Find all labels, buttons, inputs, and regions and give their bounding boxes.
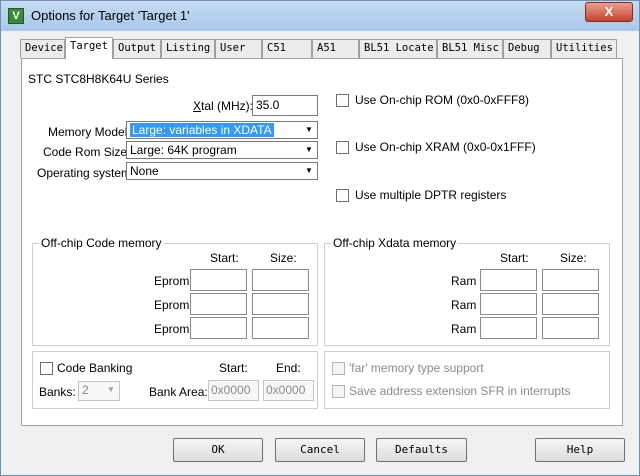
- dialog-title: Options for Target 'Target 1': [31, 8, 190, 23]
- xtal-label-accel: X: [193, 99, 202, 113]
- code-memory-title: Off-chip Code memory: [39, 236, 164, 250]
- xdata-memory-group: Off-chip Xdata memory Start: Size: Ram R…: [324, 236, 610, 346]
- ram-size-field[interactable]: [542, 317, 599, 339]
- code-banking-checkbox[interactable]: [40, 362, 53, 375]
- xtal-label: Xtal (MHz):: [193, 99, 253, 113]
- cancel-button[interactable]: Cancel: [275, 438, 365, 462]
- code-banking-label: Code Banking: [57, 361, 133, 375]
- chevron-down-icon[interactable]: ▼: [301, 142, 317, 158]
- target-panel: STC STC8H8K64U Series Xtal (MHz): 35.0 M…: [21, 58, 623, 426]
- code-rom-size-select[interactable]: Large: 64K program ▼: [126, 141, 318, 159]
- xdata-memory-title: Off-chip Xdata memory: [331, 236, 459, 250]
- eprom-start-field[interactable]: [190, 317, 247, 339]
- multi-dptr-label: Use multiple DPTR registers: [355, 188, 507, 202]
- eprom-start-field[interactable]: [190, 269, 247, 291]
- memory-model-value: Large: variables in XDATA: [130, 123, 274, 137]
- onchip-rom-checkbox[interactable]: [336, 94, 349, 107]
- eprom-start-field[interactable]: [190, 293, 247, 315]
- code-start-header: Start:: [210, 251, 239, 265]
- operating-system-select[interactable]: None ▼: [126, 162, 318, 180]
- far-memory-group: 'far' memory type support Save address e…: [324, 351, 610, 409]
- code-rom-size-label: Code Rom Size:: [43, 145, 131, 159]
- ok-button[interactable]: OK: [173, 438, 263, 462]
- ram-start-field[interactable]: [480, 293, 537, 315]
- close-button[interactable]: X: [585, 2, 633, 22]
- chevron-down-icon[interactable]: ▼: [301, 122, 317, 138]
- xtal-label-text: tal (MHz):: [201, 99, 254, 113]
- tab-utilities[interactable]: Utilities: [551, 39, 617, 58]
- chevron-down-icon[interactable]: ▼: [301, 163, 317, 179]
- tab-bl51-misc[interactable]: BL51 Misc: [437, 39, 503, 58]
- defaults-button[interactable]: Defaults: [376, 438, 467, 462]
- far-memory-checkbox[interactable]: [332, 362, 345, 375]
- title-bar: V Options for Target 'Target 1' X: [1, 1, 639, 31]
- tab-c51[interactable]: C51: [262, 39, 312, 58]
- code-rom-size-value: Large: 64K program: [130, 143, 237, 157]
- onchip-xram-label: Use On-chip XRAM (0x0-0x1FFF): [355, 140, 536, 154]
- eprom-label: Eprom: [154, 298, 190, 312]
- bank-start-field[interactable]: 0x0000: [208, 380, 259, 401]
- tab-device[interactable]: Device: [20, 39, 65, 58]
- help-button[interactable]: Help: [535, 438, 625, 462]
- device-series: STC STC8H8K64U Series: [28, 72, 169, 86]
- xdata-size-header: Size:: [560, 251, 587, 265]
- ram-size-field[interactable]: [542, 269, 599, 291]
- onchip-xram-checkbox[interactable]: [336, 141, 349, 154]
- bank-area-label: Bank Area:: [149, 385, 208, 399]
- app-icon: V: [8, 8, 24, 24]
- operating-system-label: Operating system:: [37, 166, 135, 180]
- save-sfr-checkbox[interactable]: [332, 385, 345, 398]
- ram-size-field[interactable]: [542, 293, 599, 315]
- tab-a51[interactable]: A51: [312, 39, 359, 58]
- tab-output[interactable]: Output: [113, 39, 161, 58]
- ram-label: Ram: [451, 322, 477, 336]
- far-memory-label: 'far' memory type support: [349, 361, 484, 375]
- xdata-start-header: Start:: [500, 251, 529, 265]
- operating-system-value: None: [130, 164, 159, 178]
- banking-group: Code Banking Start: End: Banks: 2 ▼ Bank…: [32, 351, 318, 409]
- bank-end-header: End:: [276, 361, 301, 375]
- banks-label: Banks:: [39, 385, 76, 399]
- bank-end-field[interactable]: 0x0000: [263, 380, 314, 401]
- eprom-size-field[interactable]: [252, 317, 309, 339]
- tab-target[interactable]: Target: [65, 37, 113, 59]
- eprom-size-field[interactable]: [252, 293, 309, 315]
- eprom-size-field[interactable]: [252, 269, 309, 291]
- chevron-down-icon[interactable]: ▼: [103, 382, 119, 398]
- eprom-label: Eprom: [154, 274, 190, 288]
- memory-model-select[interactable]: Large: variables in XDATA ▼: [126, 121, 318, 139]
- save-sfr-label: Save address extension SFR in interrupts: [349, 384, 571, 398]
- banks-select[interactable]: 2 ▼: [78, 381, 120, 401]
- banks-value: 2: [82, 383, 89, 397]
- tab-listing[interactable]: Listing: [161, 39, 215, 58]
- tab-debug[interactable]: Debug: [503, 39, 551, 58]
- options-dialog: V Options for Target 'Target 1' X Device…: [0, 0, 640, 476]
- ram-label: Ram: [451, 274, 477, 288]
- code-size-header: Size:: [270, 251, 297, 265]
- eprom-label: Eprom: [154, 322, 190, 336]
- onchip-rom-label: Use On-chip ROM (0x0-0xFFF8): [355, 93, 530, 107]
- bank-start-header: Start:: [219, 361, 248, 375]
- tab-bl51-locate[interactable]: BL51 Locate: [359, 39, 437, 58]
- memory-model-label: Memory Model:: [48, 125, 131, 139]
- ram-start-field[interactable]: [480, 317, 537, 339]
- multi-dptr-checkbox[interactable]: [336, 189, 349, 202]
- tab-user[interactable]: User: [215, 39, 262, 58]
- ram-start-field[interactable]: [480, 269, 537, 291]
- code-memory-group: Off-chip Code memory Start: Size: Eprom …: [32, 236, 318, 346]
- xtal-input[interactable]: 35.0: [252, 95, 318, 116]
- ram-label: Ram: [451, 298, 477, 312]
